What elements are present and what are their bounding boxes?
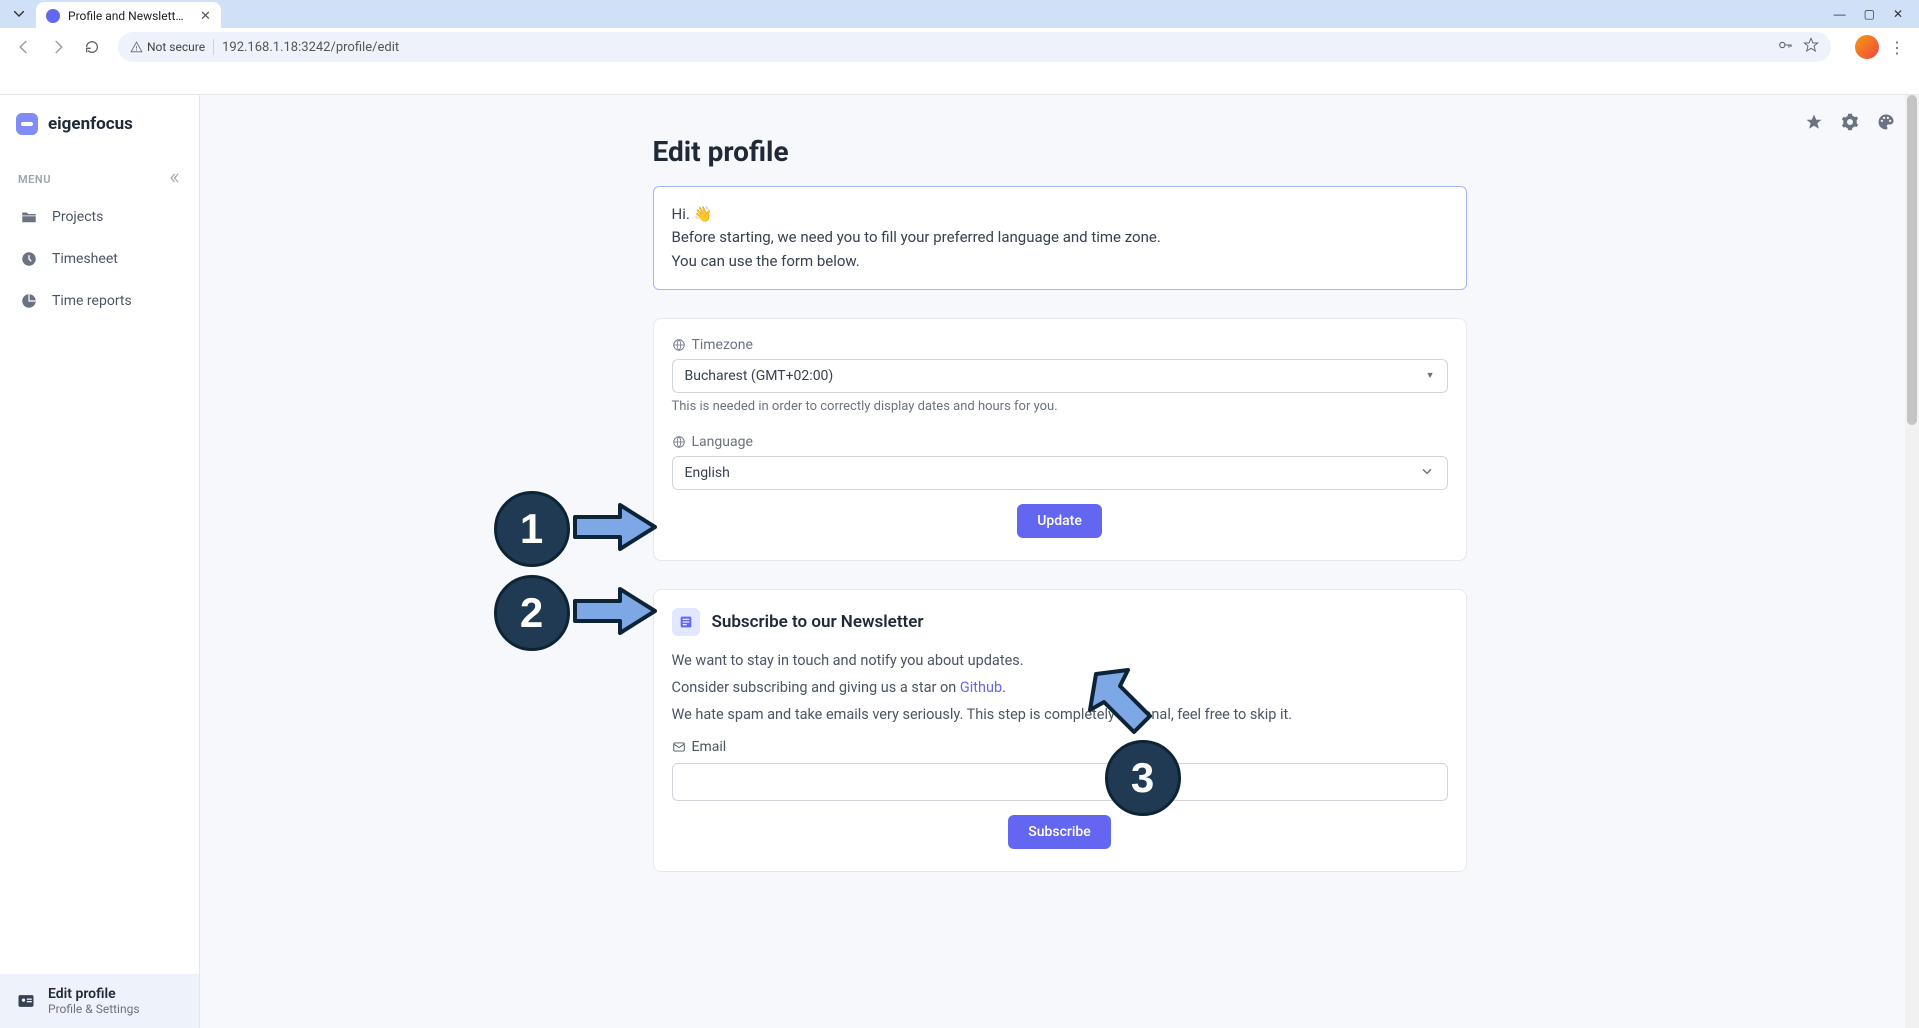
topbar-icons — [1805, 113, 1895, 135]
chrome-profile-avatar[interactable] — [1855, 35, 1879, 59]
arrow-right-icon — [570, 500, 660, 558]
scrollbar-track[interactable] — [1905, 95, 1919, 1028]
star-icon[interactable] — [1805, 113, 1823, 135]
browser-tab-active[interactable]: Profile and Newsletter | Eigenfo ✕ — [36, 2, 221, 30]
window-maximize-icon[interactable]: ▢ — [1864, 7, 1875, 21]
globe-icon — [672, 435, 686, 449]
tab-close-icon[interactable]: ✕ — [200, 9, 211, 24]
notice-hi: Hi. — [672, 205, 690, 223]
nav-back-button[interactable] — [10, 33, 38, 61]
newsletter-p2: Consider subscribing and giving us a sta… — [672, 679, 1448, 696]
sidebar-item-label: Time reports — [52, 293, 132, 309]
timezone-select[interactable]: Bucharest (GMT+02:00) ▼ — [672, 359, 1448, 393]
profile-form-card: 1 2 3 — [653, 318, 1467, 561]
timezone-label: Timezone — [672, 337, 1448, 353]
password-key-icon[interactable] — [1777, 37, 1793, 57]
annotation-1: 1 — [494, 491, 660, 567]
sidebar-item-projects[interactable]: Projects — [0, 196, 199, 238]
sidebar-item-label: Timesheet — [52, 251, 118, 267]
url-text: 192.168.1.18:3242/profile/edit — [222, 40, 399, 55]
id-card-icon — [16, 991, 36, 1011]
app-root: eigenfocus MENU Projects Timesheet Time … — [0, 94, 1919, 1028]
scrollbar-thumb[interactable] — [1907, 95, 1917, 425]
brand[interactable]: eigenfocus — [0, 95, 199, 143]
notice-line1: Before starting, we need you to fill you… — [672, 228, 1161, 246]
bookmark-star-icon[interactable] — [1803, 37, 1819, 57]
divider — [0, 66, 1919, 94]
gear-icon[interactable] — [1841, 113, 1859, 135]
update-button[interactable]: Update — [1017, 504, 1102, 538]
main-content: Edit profile Hi. 👋 Before starting, we n… — [200, 95, 1919, 1028]
address-bar[interactable]: Not secure 192.168.1.18:3242/profile/edi… — [118, 32, 1831, 62]
address-separator — [213, 39, 214, 55]
notice-line2: You can use the form below. — [672, 252, 860, 270]
window-close-icon[interactable]: ✕ — [1893, 7, 1903, 21]
github-link[interactable]: Github — [960, 679, 1002, 696]
newsletter-p3: We hate spam and take emails very seriou… — [672, 706, 1448, 723]
not-secure-text: Not secure — [147, 40, 205, 54]
sidebar-bottom-subtitle: Profile & Settings — [48, 1002, 140, 1016]
sidebar-item-edit-profile[interactable]: Edit profile Profile & Settings — [0, 974, 199, 1028]
nav-reload-button[interactable] — [78, 33, 106, 61]
annotation-2: 2 — [494, 575, 660, 651]
annotation-number: 1 — [494, 491, 570, 567]
brand-name: eigenfocus — [48, 114, 133, 134]
sidebar-item-timesheet[interactable]: Timesheet — [0, 238, 199, 280]
sidebar-item-time-reports[interactable]: Time reports — [0, 280, 199, 322]
tab-search-dropdown[interactable] — [8, 3, 30, 25]
chevron-down-icon — [1419, 463, 1435, 483]
language-select[interactable]: English — [672, 456, 1448, 490]
timezone-value: Bucharest (GMT+02:00) — [685, 368, 834, 384]
page-title: Edit profile — [653, 135, 1467, 168]
sidebar: eigenfocus MENU Projects Timesheet Time … — [0, 95, 200, 1028]
sidebar-bottom-title: Edit profile — [48, 986, 140, 1002]
browser-tabstrip: Profile and Newsletter | Eigenfo ✕ — ▢ ✕ — [0, 0, 1919, 28]
tab-title: Profile and Newsletter | Eigenfo — [68, 9, 188, 23]
not-secure-chip[interactable]: Not secure — [130, 40, 205, 54]
favicon-icon — [46, 9, 60, 23]
language-value: English — [685, 465, 730, 481]
brand-logo-icon — [16, 113, 38, 135]
menu-label: MENU — [18, 173, 51, 186]
sidebar-item-label: Projects — [52, 209, 103, 225]
window-controls: — ▢ ✕ — [1834, 7, 1911, 21]
wave-emoji-icon: 👋 — [694, 203, 713, 226]
chart-icon — [20, 292, 38, 310]
newsletter-icon — [672, 608, 700, 636]
newsletter-p1: We want to stay in touch and notify you … — [672, 652, 1448, 669]
palette-icon[interactable] — [1877, 113, 1895, 135]
nav-forward-button[interactable] — [44, 33, 72, 61]
sidebar-collapse-icon[interactable] — [167, 171, 181, 188]
envelope-icon — [672, 740, 686, 754]
subscribe-button[interactable]: Subscribe — [1008, 815, 1111, 849]
browser-toolbar: Not secure 192.168.1.18:3242/profile/edi… — [0, 28, 1919, 66]
email-label: Email — [672, 739, 1448, 755]
newsletter-card: Subscribe to our Newsletter We want to s… — [653, 589, 1467, 872]
arrow-right-icon — [570, 584, 660, 642]
chrome-menu-icon[interactable]: ⋮ — [1885, 38, 1909, 57]
annotation-number: 2 — [494, 575, 570, 651]
folder-icon — [20, 208, 38, 226]
globe-icon — [672, 338, 686, 352]
email-input[interactable] — [672, 763, 1448, 801]
menu-header: MENU — [0, 143, 199, 196]
language-label: Language — [672, 434, 1448, 450]
timezone-help: This is needed in order to correctly dis… — [672, 399, 1448, 414]
newsletter-title: Subscribe to our Newsletter — [712, 612, 924, 632]
window-minimize-icon[interactable]: — — [1834, 7, 1846, 21]
notice-banner: Hi. 👋 Before starting, we need you to fi… — [653, 186, 1467, 290]
content-column: Edit profile Hi. 👋 Before starting, we n… — [653, 95, 1467, 872]
caret-down-icon: ▼ — [1426, 370, 1435, 381]
clock-icon — [20, 250, 38, 268]
